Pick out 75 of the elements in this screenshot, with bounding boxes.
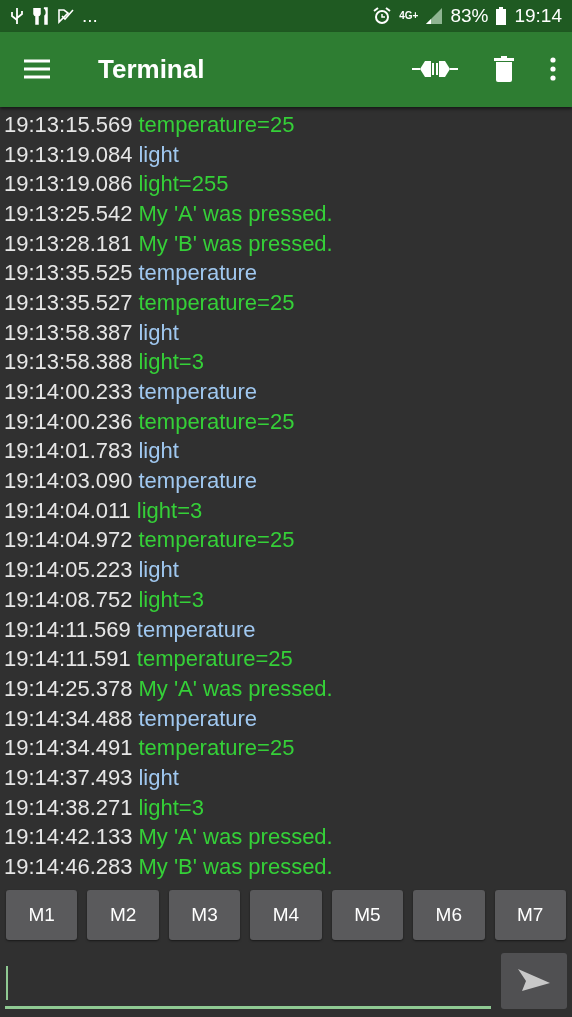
log-message: light=3 [138,794,204,821]
timestamp: 19:13:35.525 [4,260,133,287]
timestamp: 19:14:04.011 [4,497,131,524]
log-message: temperature [138,468,258,495]
timestamp: 19:14:46.283 [4,854,133,880]
log-message: My 'A' was pressed. [138,824,333,851]
log-message: temperature=25 [136,646,293,673]
macro-button[interactable]: M5 [331,889,404,940]
more-notifications: ... [82,4,98,27]
macro-button[interactable]: M7 [494,889,566,940]
log-message: temperature=25 [138,111,295,138]
timestamp: 19:14:34.491 [4,735,133,762]
macro-button[interactable]: M2 [87,889,159,940]
menu-button[interactable] [24,59,50,80]
log-message: light [138,438,179,465]
timestamp: 19:14:37.493 [4,764,133,791]
log-message: My 'A' was pressed. [138,200,333,227]
timestamp: 19:14:42.133 [4,824,133,851]
signal-icon [426,7,443,24]
log-message: temperature=25 [138,289,295,316]
timestamp: 19:13:35.527 [4,289,133,316]
log-message: light [138,141,179,168]
timestamp: 19:14:08.752 [4,586,133,613]
timestamp: 19:13:19.086 [4,171,133,198]
log-message: My 'B' was pressed. [138,230,333,257]
log-message: light [138,319,179,346]
log-message: temperature=25 [138,735,295,762]
more-options-button[interactable] [550,57,556,82]
log-message: light [138,764,179,791]
log-message: temperature=25 [138,408,295,435]
timestamp: 19:13:28.181 [4,230,133,257]
log-message: light=3 [138,586,204,613]
check-icon [58,7,74,24]
log-message: light=3 [136,497,203,524]
timestamp: 19:14:03.090 [4,468,133,495]
log-message: temperature [138,705,258,732]
timestamp: 19:14:00.236 [4,408,133,435]
log-message: temperature [136,616,256,643]
timestamp: 19:14:25.378 [4,675,133,702]
log-message: temperature [138,260,258,287]
timestamp: 19:14:11.591 [4,646,131,673]
log-message: light=3 [138,349,204,376]
alarm-icon [373,6,392,25]
timestamp: 19:14:11.569 [4,616,131,643]
log-message: My 'A' was pressed. [138,675,333,702]
timestamp: 19:14:00.233 [4,379,133,405]
send-button[interactable] [501,953,567,1009]
network-type: 4G+ [399,10,419,22]
fork-knife-icon [32,6,50,25]
timestamp: 19:14:01.783 [4,438,133,465]
log-message: temperature=25 [138,527,295,554]
clock: 19:14 [514,4,562,27]
timestamp: 19:13:58.388 [4,349,133,376]
timestamp: 19:14:38.271 [4,794,133,821]
battery-percent: 83% [450,4,489,27]
timestamp: 19:13:19.084 [4,141,133,168]
log-message: light [138,557,179,584]
log-message: My 'B' was pressed. [138,854,333,880]
battery-icon [496,6,507,25]
macro-button[interactable]: M6 [413,889,485,940]
log-message: temperature [138,379,258,405]
timestamp: 19:13:15.569 [4,111,133,138]
timestamp: 19:13:58.387 [4,319,133,346]
delete-button[interactable] [494,56,514,83]
timestamp: 19:14:34.488 [4,705,133,732]
timestamp: 19:13:25.542 [4,200,133,227]
macro-button[interactable]: M1 [6,889,78,940]
send-icon [518,969,550,993]
macro-button[interactable]: M3 [168,889,241,940]
toolbar-title: Terminal [98,53,205,85]
macro-button[interactable]: M4 [250,889,322,940]
timestamp: 19:14:04.972 [4,527,133,554]
timestamp: 19:14:05.223 [4,557,133,584]
log-message: light=255 [138,171,229,198]
usb-icon [10,6,24,25]
